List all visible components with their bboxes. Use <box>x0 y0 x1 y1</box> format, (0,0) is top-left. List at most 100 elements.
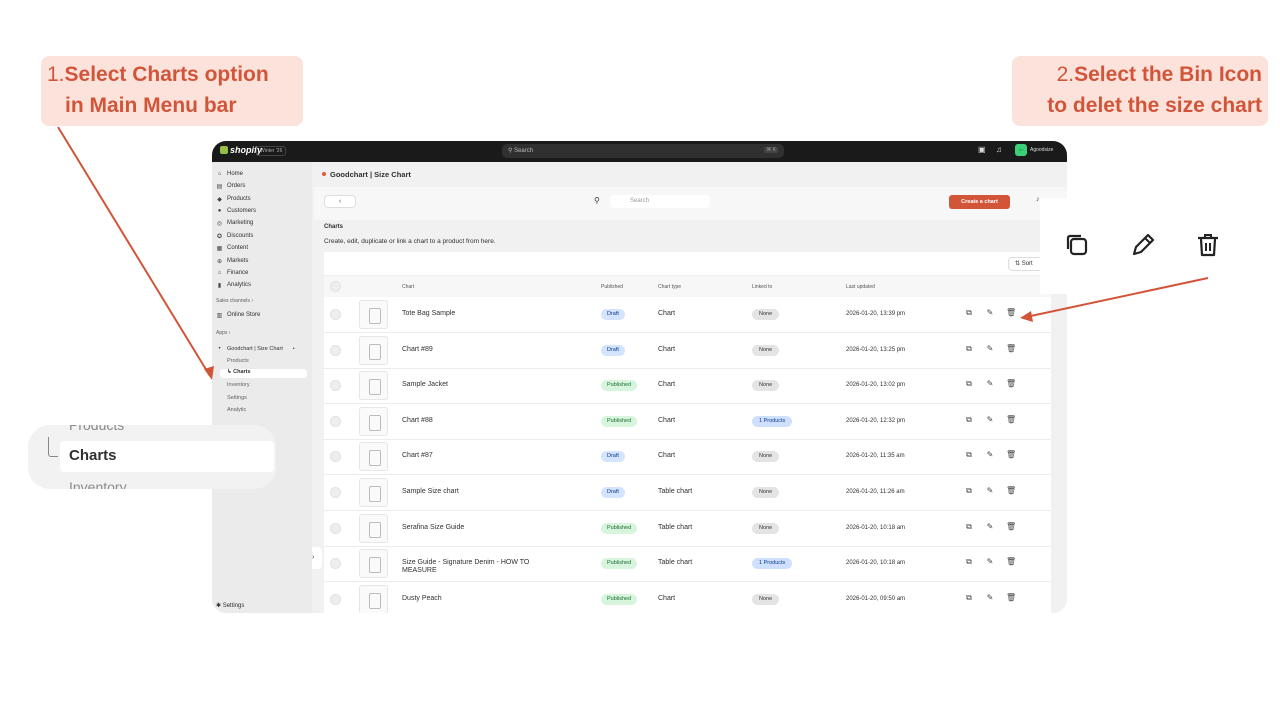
sidebar-item-markets[interactable]: ⊕ Markets <box>216 256 248 266</box>
bin-icon[interactable]: 🗑 <box>1006 450 1016 460</box>
linked-badge[interactable]: None <box>752 344 780 356</box>
bin-icon[interactable]: 🗑 <box>1006 308 1016 318</box>
pencil-icon[interactable]: ✎ <box>985 593 995 603</box>
bin-icon[interactable]: 🗑 <box>1006 486 1016 496</box>
apps-label[interactable]: Apps › <box>216 330 230 336</box>
bin-icon[interactable]: 🗑 <box>1006 557 1016 567</box>
chart-name[interactable]: Sample Jacket <box>402 381 562 389</box>
duplicate-icon[interactable] <box>1062 230 1092 260</box>
pencil-icon[interactable]: ✎ <box>985 344 995 354</box>
duplicate-icon[interactable]: ⧉ <box>964 450 974 460</box>
table-row[interactable]: Size Guide - Signature Denim - HOW TO ME… <box>324 546 1051 583</box>
chart-name[interactable]: Tote Bag Sample <box>402 310 562 318</box>
linked-badge[interactable]: 1 Products <box>752 415 793 427</box>
select-all-checkbox[interactable] <box>330 281 341 292</box>
linked-badge[interactable]: None <box>752 593 780 605</box>
search-icon[interactable]: ⚲ <box>594 196 600 205</box>
pencil-icon[interactable]: ✎ <box>985 450 995 460</box>
row-checkbox[interactable] <box>330 344 341 356</box>
table-row[interactable]: Dusty Peach Published Chart None 2026-01-20,… <box>324 582 1051 613</box>
bin-icon[interactable]: 🗑 <box>1006 415 1016 425</box>
chart-name[interactable]: Chart #89 <box>402 346 562 354</box>
duplicate-icon[interactable]: ⧉ <box>964 308 974 318</box>
duplicate-icon[interactable]: ⧉ <box>964 557 974 567</box>
table-row[interactable]: Chart #89 Draft Chart None 2026-01-20, 13:25… <box>324 333 1051 369</box>
row-checkbox[interactable] <box>330 522 341 534</box>
table-row[interactable]: Serafina Size Guide Published Table chart N… <box>324 511 1051 547</box>
bin-icon[interactable]: 🗑 <box>1006 379 1016 389</box>
zoom-charts-label[interactable]: Charts <box>69 447 117 464</box>
sidebar-item-orders[interactable]: ▤ Orders <box>216 181 246 191</box>
bin-icon[interactable]: 🗑 <box>1006 593 1016 603</box>
back-button[interactable]: ‹ <box>324 195 356 208</box>
linked-badge[interactable]: None <box>752 487 780 498</box>
pencil-icon[interactable]: ✎ <box>985 522 995 532</box>
sidebar-item-finance[interactable]: ⌂ Finance <box>216 268 249 278</box>
store-icon[interactable]: ▣ <box>978 146 986 154</box>
linked-badge[interactable]: None <box>752 451 780 463</box>
sidebar-item-marketing[interactable]: ◎ Marketing <box>216 218 253 228</box>
sidebar-sub-products[interactable]: Products <box>227 358 249 367</box>
row-checkbox[interactable] <box>330 593 341 605</box>
chart-name[interactable]: Dusty Peach <box>402 595 562 603</box>
avatar[interactable]: Ab <box>1015 144 1027 156</box>
table-row[interactable]: Tote Bag Sample Draft Chart None 2026-01-20,… <box>324 297 1051 333</box>
chart-name[interactable]: Chart #88 <box>402 417 562 425</box>
chart-name[interactable]: Sample Size chart <box>402 488 562 496</box>
pencil-icon[interactable]: ✎ <box>985 415 995 425</box>
linked-badge[interactable]: 1 Products <box>752 558 793 570</box>
sidebar-item-content[interactable]: ▦ Content <box>216 243 248 253</box>
chart-name[interactable]: Chart #87 <box>402 452 562 460</box>
pencil-icon[interactable]: ✎ <box>985 557 995 567</box>
duplicate-icon[interactable]: ⧉ <box>964 486 974 496</box>
duplicate-icon[interactable]: ⧉ <box>964 379 974 389</box>
sidebar-item-home[interactable]: ⌂ Home <box>216 169 243 179</box>
row-checkbox[interactable] <box>330 451 341 463</box>
store-name[interactable]: Agoodsize <box>1030 147 1053 153</box>
row-checkbox[interactable] <box>330 558 341 570</box>
table-row[interactable]: Chart #87 Draft Chart None 2026-01-20, 11:35… <box>324 439 1051 476</box>
row-checkbox[interactable] <box>330 415 341 427</box>
bin-icon[interactable] <box>1193 230 1223 260</box>
sidebar-item-discounts[interactable]: ✪ Discounts <box>216 231 253 241</box>
sidebar-item-goodchart[interactable]: • Goodchart | Size Chart • <box>216 344 294 354</box>
sidebar-item-products[interactable]: ◆ Products <box>216 194 251 204</box>
sales-channels-label[interactable]: Sales channels › <box>216 298 253 304</box>
create-chart-button[interactable]: Create a chart <box>949 195 1010 209</box>
table-row[interactable]: Sample Jacket Published Chart None 2026-01-2… <box>324 368 1051 405</box>
linked-badge[interactable]: None <box>752 522 780 534</box>
sidebar-item-customers[interactable]: ● Customers <box>216 206 256 216</box>
pencil-icon[interactable]: ✎ <box>985 486 995 496</box>
table-row[interactable]: Chart #88 Published Chart 1 Products 2026-01… <box>324 404 1051 440</box>
search-input[interactable]: Search <box>610 195 710 208</box>
linked-badge[interactable]: None <box>752 309 780 320</box>
chart-name[interactable]: Serafina Size Guide <box>402 524 562 532</box>
table-row[interactable]: Sample Size chart Draft Table chart None 202… <box>324 475 1051 511</box>
row-checkbox[interactable] <box>330 487 341 498</box>
linked-badge[interactable]: None <box>752 380 780 392</box>
bin-icon[interactable]: 🗑 <box>1006 522 1016 532</box>
duplicate-icon[interactable]: ⧉ <box>964 593 974 603</box>
sidebar-item-online-store[interactable]: ▥ Online Store <box>216 310 261 320</box>
collapse-sidebar-button[interactable]: › <box>312 547 322 569</box>
duplicate-icon[interactable]: ⧉ <box>964 415 974 425</box>
global-search-input[interactable]: ⚲ Search ⌘ K <box>502 144 784 158</box>
duplicate-icon[interactable]: ⧉ <box>964 344 974 354</box>
pencil-icon[interactable] <box>1128 230 1158 260</box>
chart-type: Table chart <box>658 559 693 567</box>
notification-bell-icon[interactable]: ♪ <box>1036 196 1040 203</box>
sidebar-sub-charts[interactable]: ↳ Charts <box>220 369 307 378</box>
sidebar-sub-analytic[interactable]: Analytic <box>227 407 246 416</box>
row-checkbox[interactable] <box>330 309 341 320</box>
pencil-icon[interactable]: ✎ <box>985 308 995 318</box>
bell-icon[interactable]: ♫ <box>996 146 1004 154</box>
bin-icon[interactable]: 🗑 <box>1006 344 1016 354</box>
chart-name[interactable]: Size Guide - Signature Denim - HOW TO ME… <box>402 559 562 575</box>
duplicate-icon[interactable]: ⧉ <box>964 522 974 532</box>
sidebar-item-analytics[interactable]: ▮ Analytics <box>216 280 251 290</box>
sidebar-sub-settings[interactable]: Settings <box>227 395 247 404</box>
pencil-icon[interactable]: ✎ <box>985 379 995 389</box>
sidebar-settings[interactable]: ✱ Settings <box>216 602 244 609</box>
sidebar-sub-inventory[interactable]: Inventory <box>227 382 250 391</box>
row-checkbox[interactable] <box>330 380 341 392</box>
